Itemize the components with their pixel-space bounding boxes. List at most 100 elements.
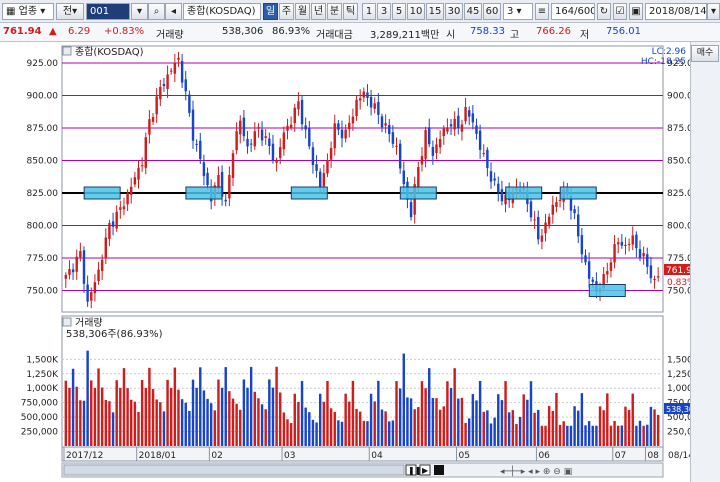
volume-bar xyxy=(220,387,224,446)
panel-toggle-icon[interactable] xyxy=(62,46,72,56)
volume-bar xyxy=(71,368,75,446)
calendar-icon[interactable]: ▾ xyxy=(707,3,720,20)
code-dropdown-icon[interactable]: ▾ xyxy=(131,3,148,20)
checkbox-icon[interactable]: ☑ xyxy=(613,3,627,20)
quote-bar: 761.94 ▲ 6.29 +0.83% 거래량 538,306 86.93% … xyxy=(0,23,720,42)
candle-body xyxy=(442,128,445,137)
volume-bar xyxy=(431,398,435,446)
candle-body xyxy=(166,74,169,89)
tab-week[interactable]: 주 xyxy=(279,3,294,20)
volume-bar xyxy=(184,402,187,446)
market-mode-select[interactable]: 전▾ xyxy=(56,3,84,20)
interval-select[interactable]: 3 ▾ xyxy=(503,3,533,20)
volume-bar xyxy=(133,401,137,446)
candle-body xyxy=(275,160,278,163)
volume-bar xyxy=(395,381,398,446)
volume-toggle-icon[interactable] xyxy=(62,317,72,327)
volume-bar xyxy=(515,423,518,446)
zoom-icon[interactable]: ◂─┼─▸ ◂ ▸ ⊕ ⊖ ▣ xyxy=(500,465,572,477)
candle-body xyxy=(231,153,235,178)
tab-tick[interactable]: 틱 xyxy=(343,3,358,20)
candle-body xyxy=(111,221,115,227)
name-value: 종합(KOSDAQ) xyxy=(187,6,256,17)
count-field[interactable]: 164/600 xyxy=(551,3,595,20)
interval-30[interactable]: 30 xyxy=(445,3,463,20)
volume-bar xyxy=(497,394,500,446)
volume-bar xyxy=(366,421,369,446)
volume-bar xyxy=(380,409,384,446)
chart-svg[interactable]: 925.00 900.00 875.00 850.00 825.00 800.00 775.… xyxy=(0,42,704,482)
candle-body xyxy=(555,202,558,207)
volume-bar xyxy=(275,366,278,446)
interval-label: 5 xyxy=(395,6,403,17)
scrollbar-thumb[interactable] xyxy=(63,464,405,476)
volume-tick-label-right: 1,250K xyxy=(667,370,690,380)
buy-label: 매수 xyxy=(696,48,714,58)
volume-bar xyxy=(213,410,217,446)
stop-button[interactable] xyxy=(434,465,444,475)
interval-45[interactable]: 45 xyxy=(464,3,482,20)
market-select[interactable]: ▦ 업종 ▾ xyxy=(2,3,54,20)
volume-bar xyxy=(475,400,478,446)
interval-10[interactable]: 10 xyxy=(407,3,425,20)
volume-bar xyxy=(155,399,158,446)
price-panel-title: 종합(KOSDAQ) xyxy=(75,46,144,58)
volume-bar xyxy=(449,387,453,446)
change-arrow: ▲ xyxy=(49,26,57,37)
price-tick-label: 900.00 xyxy=(27,92,59,102)
list-icon[interactable]: ≡ xyxy=(535,3,549,20)
price-tick-label: 925.00 xyxy=(27,59,59,69)
candle-body xyxy=(228,174,231,199)
volume-bar xyxy=(264,409,267,446)
volume-bar xyxy=(188,410,191,446)
tab-minute[interactable]: 분 xyxy=(327,3,342,20)
interval-60[interactable]: 60 xyxy=(483,3,501,20)
search-icon[interactable]: ⌕ xyxy=(148,3,165,20)
candle-body xyxy=(253,131,257,147)
candle-body xyxy=(606,271,609,275)
candle-body xyxy=(282,132,286,150)
interval-15[interactable]: 15 xyxy=(426,3,444,20)
candle-body xyxy=(377,101,380,115)
candle-body xyxy=(315,164,318,171)
candle-body xyxy=(398,143,402,169)
last-volume-text: 538,306 xyxy=(666,405,690,414)
candle-body xyxy=(260,129,264,141)
candle-body xyxy=(471,113,475,123)
candle-body xyxy=(86,284,89,302)
volume-bar xyxy=(311,419,315,446)
tab-year[interactable]: 년 xyxy=(311,3,326,20)
save-icon[interactable]: ▣ xyxy=(629,3,643,20)
buy-button[interactable]: 매수 xyxy=(691,45,719,62)
tab-month[interactable]: 월 xyxy=(295,3,310,20)
hc-label: HC:-18.25 xyxy=(641,57,686,67)
highlight-zone xyxy=(588,284,626,297)
interval-3[interactable]: 3 xyxy=(377,3,391,20)
change-percent: +0.83% xyxy=(104,26,145,37)
date-field[interactable]: 2018/08/14 xyxy=(645,3,707,20)
volume-tick-label: 1,500K xyxy=(26,355,59,365)
volume-bar xyxy=(435,398,438,446)
volume-bar xyxy=(82,400,86,446)
volume-bar xyxy=(326,380,329,446)
candle-body xyxy=(100,259,104,271)
volume-bar xyxy=(293,393,296,446)
volume-bar xyxy=(191,379,195,446)
x-tick-label: 06 xyxy=(538,451,550,461)
volume-bar xyxy=(169,387,173,446)
chart-area[interactable]: 925.00 900.00 875.00 850.00 825.00 800.00 775.… xyxy=(0,42,704,482)
candle-body xyxy=(544,222,547,234)
volume-bar xyxy=(504,381,507,446)
interval-5[interactable]: 5 xyxy=(392,3,406,20)
count-value: 164/600 xyxy=(555,6,595,17)
candle-body xyxy=(453,118,456,130)
refresh-icon[interactable]: ↻ xyxy=(597,3,611,20)
speaker-icon[interactable]: ◂ xyxy=(165,3,182,20)
volume-bar xyxy=(591,425,594,446)
volume-bar xyxy=(537,409,540,446)
code-input[interactable]: 001 xyxy=(86,3,130,20)
interval-1[interactable]: 1 xyxy=(362,3,376,20)
tab-day[interactable]: 일 xyxy=(263,3,278,20)
volume-bar xyxy=(500,400,504,446)
price-tick-label-right: 900.00 xyxy=(667,92,690,102)
